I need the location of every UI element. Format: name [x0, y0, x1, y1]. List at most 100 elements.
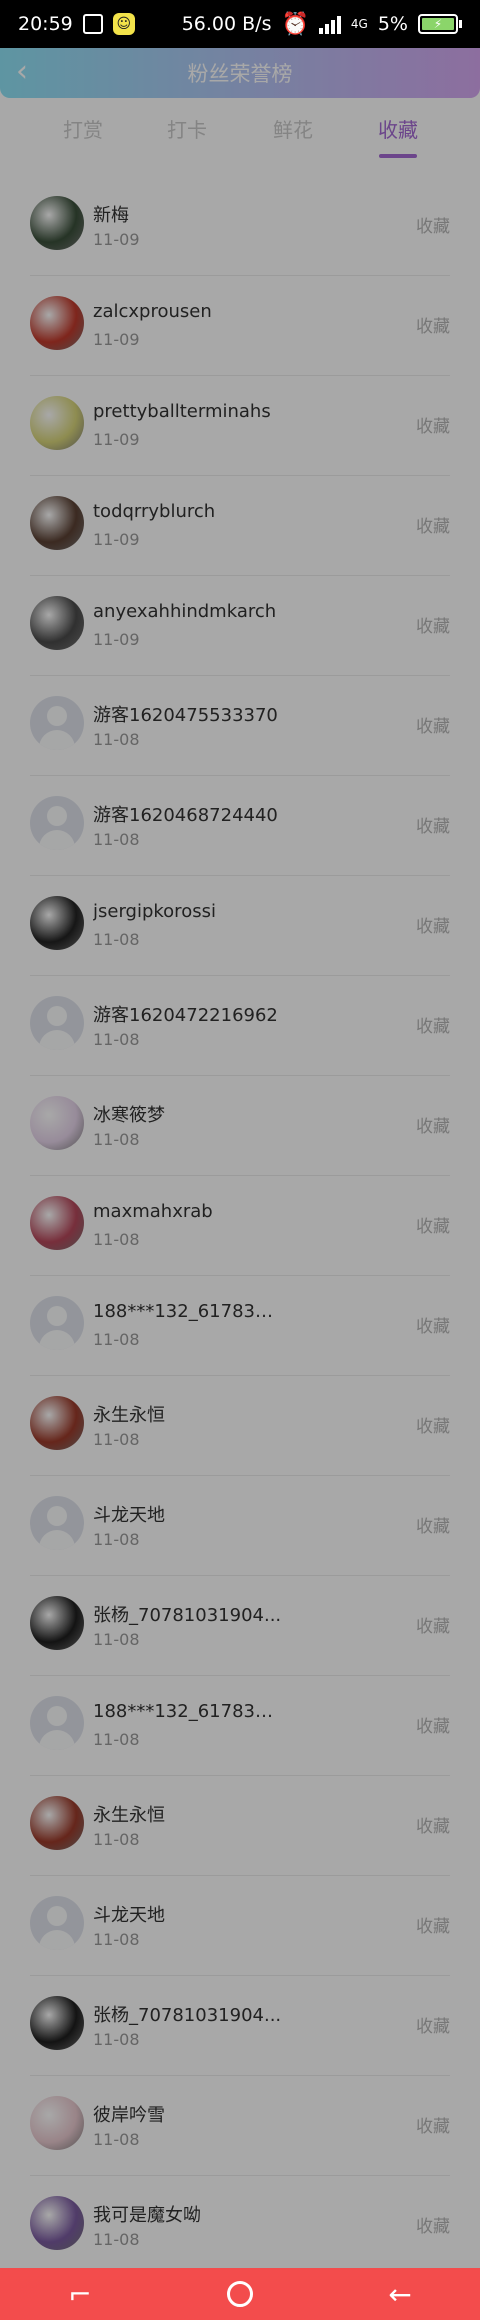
- tab-favorites[interactable]: 收藏: [353, 112, 443, 160]
- list-item[interactable]: 我可是魔女呦 11-08 收藏: [0, 2176, 480, 2276]
- favorite-date: 11-08: [93, 730, 140, 749]
- action-label: 收藏: [416, 417, 450, 437]
- action-label: 收藏: [416, 2117, 450, 2137]
- user-name: 张杨_70781031904...: [93, 2005, 282, 2026]
- avatar[interactable]: [30, 1996, 84, 2050]
- list-item[interactable]: 游客1620468724440 11-08 收藏: [0, 776, 480, 876]
- user-name: 永生永恒: [93, 1405, 165, 1426]
- default-avatar-icon[interactable]: [30, 1496, 84, 1550]
- user-name: 永生永恒: [93, 1805, 165, 1826]
- default-avatar-icon[interactable]: [30, 696, 84, 750]
- favorite-date: 11-08: [93, 1330, 140, 1349]
- default-avatar-icon[interactable]: [30, 796, 84, 850]
- avatar[interactable]: [30, 2196, 84, 2250]
- avatar[interactable]: [30, 1596, 84, 1650]
- tab-label: 打卡: [167, 118, 207, 142]
- favorite-date: 11-08: [93, 1730, 140, 1749]
- list-item[interactable]: prettyballterminahs 11-09 收藏: [0, 376, 480, 476]
- avatar[interactable]: [30, 1396, 84, 1450]
- action-label: 收藏: [416, 717, 450, 737]
- list-item[interactable]: maxmahxrab 11-08 收藏: [0, 1176, 480, 1276]
- action-label: 收藏: [416, 1517, 450, 1537]
- avatar[interactable]: [30, 1196, 84, 1250]
- favorite-date: 11-08: [93, 930, 140, 949]
- favorite-date: 11-08: [93, 2130, 140, 2149]
- avatar[interactable]: [30, 2096, 84, 2150]
- list-item[interactable]: 永生永恒 11-08 收藏: [0, 1376, 480, 1476]
- tab-bar: 打赏 打卡 鲜花 收藏: [0, 112, 480, 160]
- user-name: 张杨_70781031904...: [93, 1605, 282, 1626]
- action-label: 收藏: [416, 1717, 450, 1737]
- fan-list: 新梅 11-09 收藏 zalcxprousen 11-09 收藏 prettyballte…: [0, 176, 480, 2276]
- list-item[interactable]: 永生永恒 11-08 收藏: [0, 1776, 480, 1876]
- avatar[interactable]: [30, 496, 84, 550]
- page-title: 粉丝荣誉榜: [187, 62, 293, 86]
- action-label: 收藏: [416, 1217, 450, 1237]
- user-name: jsergipkorossi: [93, 901, 216, 922]
- avatar[interactable]: [30, 896, 84, 950]
- status-bar: 20:59 ☺ 56.00 B/s ⏰ 4G 5% ⚡: [0, 0, 480, 48]
- list-item[interactable]: 188***132_6178346... 11-08 收藏: [0, 1676, 480, 1776]
- default-avatar-icon[interactable]: [30, 1896, 84, 1950]
- favorite-date: 11-08: [93, 1030, 140, 1049]
- favorite-date: 11-08: [93, 2030, 140, 2049]
- action-label: 收藏: [416, 1117, 450, 1137]
- default-avatar-icon[interactable]: [30, 1296, 84, 1350]
- user-name: prettyballterminahs: [93, 401, 271, 422]
- tab-label: 打赏: [63, 118, 103, 142]
- back-arrow-icon[interactable]: ‹: [16, 57, 46, 88]
- list-item[interactable]: 斗龙天地 11-08 收藏: [0, 1476, 480, 1576]
- avatar[interactable]: [30, 196, 84, 250]
- favorite-date: 11-08: [93, 1830, 140, 1849]
- list-item[interactable]: anyexahhindmkarch 11-09 收藏: [0, 576, 480, 676]
- favorite-date: 11-08: [93, 830, 140, 849]
- list-item[interactable]: 张杨_70781031904... 11-08 收藏: [0, 1976, 480, 2076]
- list-item[interactable]: 冰寒筱梦 11-08 收藏: [0, 1076, 480, 1176]
- avatar[interactable]: [30, 1796, 84, 1850]
- back-icon[interactable]: ←: [370, 2274, 430, 2314]
- avatar[interactable]: [30, 396, 84, 450]
- favorite-date: 11-08: [93, 1630, 140, 1649]
- user-name: 斗龙天地: [93, 1905, 165, 1926]
- tab-checkin[interactable]: 打卡: [142, 112, 232, 160]
- default-avatar-icon[interactable]: [30, 1696, 84, 1750]
- action-label: 收藏: [416, 317, 450, 337]
- recent-apps-icon[interactable]: ⌐: [50, 2274, 110, 2314]
- list-item[interactable]: 斗龙天地 11-08 收藏: [0, 1876, 480, 1976]
- list-item[interactable]: 新梅 11-09 收藏: [0, 176, 480, 276]
- network-speed: 56.00 B/s: [181, 13, 272, 35]
- user-name: 188***132_6178346...: [93, 1701, 283, 1722]
- avatar[interactable]: [30, 1096, 84, 1150]
- user-name: 188***132_6178346...: [93, 1301, 283, 1322]
- user-name: todqrryblurch: [93, 501, 216, 522]
- list-item[interactable]: jsergipkorossi 11-08 收藏: [0, 876, 480, 976]
- list-item[interactable]: 188***132_6178346... 11-08 收藏: [0, 1276, 480, 1376]
- status-bar-right: 56.00 B/s ⏰ 4G 5% ⚡: [182, 12, 462, 37]
- favorite-date: 11-09: [93, 630, 140, 649]
- notification-icon: [82, 14, 103, 34]
- list-item[interactable]: 游客1620472216962 11-08 收藏: [0, 976, 480, 1076]
- list-item[interactable]: 游客1620475533370 11-08 收藏: [0, 676, 480, 776]
- avatar[interactable]: [30, 296, 84, 350]
- tab-flowers[interactable]: 鲜花: [248, 112, 338, 160]
- home-icon[interactable]: [210, 2274, 270, 2314]
- list-item[interactable]: todqrryblurch 11-09 收藏: [0, 476, 480, 576]
- user-name: 游客1620472216962: [93, 1005, 278, 1026]
- action-label: 收藏: [416, 2017, 450, 2037]
- favorite-date: 11-09: [93, 230, 140, 249]
- favorite-date: 11-08: [93, 1430, 140, 1449]
- app-header: ‹ 粉丝荣誉榜: [0, 48, 480, 98]
- favorite-date: 11-08: [93, 1530, 140, 1549]
- tab-reward[interactable]: 打赏: [38, 112, 128, 160]
- favorite-date: 11-08: [93, 2230, 140, 2249]
- list-item[interactable]: 张杨_70781031904... 11-08 收藏: [0, 1576, 480, 1676]
- action-label: 收藏: [416, 1917, 450, 1937]
- list-item[interactable]: 彼岸吟雪 11-08 收藏: [0, 2076, 480, 2176]
- action-label: 收藏: [416, 1017, 450, 1037]
- tab-label: 鲜花: [273, 118, 313, 142]
- default-avatar-icon[interactable]: [30, 996, 84, 1050]
- avatar[interactable]: [30, 596, 84, 650]
- list-item[interactable]: zalcxprousen 11-09 收藏: [0, 276, 480, 376]
- action-label: 收藏: [416, 617, 450, 637]
- action-label: 收藏: [416, 1817, 450, 1837]
